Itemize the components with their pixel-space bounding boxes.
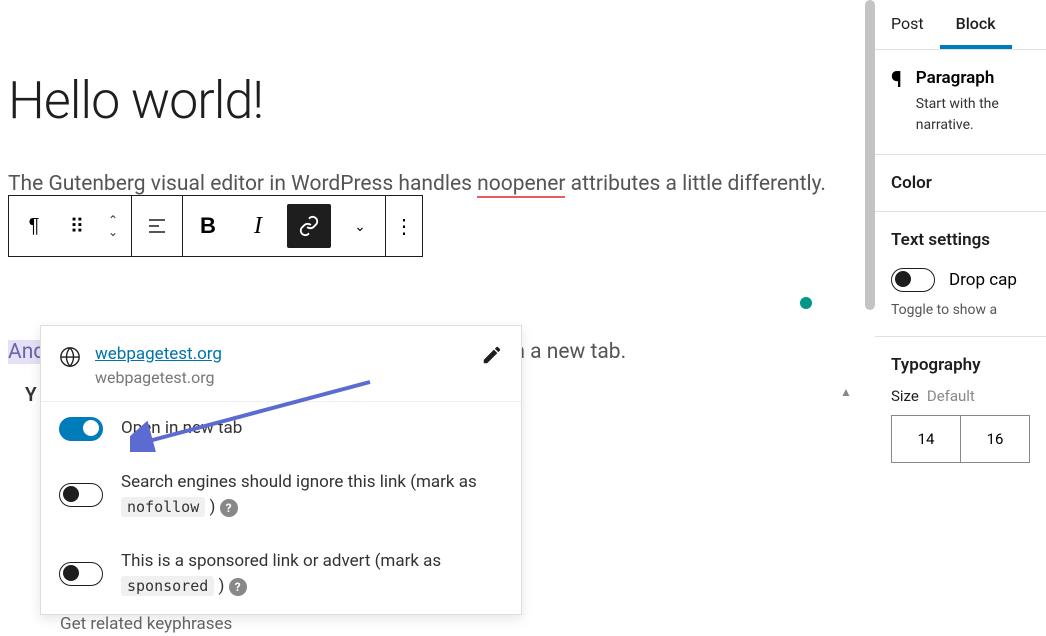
more-icon: ⋮ (394, 214, 414, 239)
tab-post[interactable]: Post (875, 0, 940, 49)
code-text: sponsored (121, 576, 214, 596)
link-header: webpagetest.org webpagetest.org (41, 326, 521, 402)
pilcrow-icon: ¶ (891, 68, 902, 93)
edit-icon[interactable] (481, 344, 503, 366)
block-type-button[interactable]: ¶ (9, 196, 59, 256)
scrollbar[interactable] (865, 0, 875, 310)
toggle-label: This is a sponsored link or advert (mark… (121, 549, 503, 600)
chevrons-icon: ⌃⌄ (108, 214, 118, 238)
yoast-indicator-dot (800, 297, 812, 309)
move-buttons[interactable]: ⌃⌄ (95, 196, 131, 256)
code-text: nofollow (121, 497, 205, 517)
drop-cap-toggle[interactable] (891, 268, 935, 292)
spellcheck-underline: noopener (477, 172, 565, 198)
sponsored-toggle[interactable] (59, 562, 103, 586)
size-14-button[interactable]: 14 (892, 416, 961, 462)
block-info-section: ¶ Paragraph Start with the narrative. (875, 50, 1046, 155)
drag-icon: ⠿ (70, 214, 85, 239)
settings-sidebar: Post Block ¶ Paragraph Start with the na… (875, 0, 1046, 636)
section-heading: Typography (891, 355, 1030, 375)
editor-canvas: Hello world! The Gutenberg visual editor… (0, 0, 875, 636)
sidebar-tabs: Post Block (875, 0, 1046, 50)
globe-icon (59, 346, 81, 368)
link-settings-popover: webpagetest.org webpagetest.org Open in … (40, 325, 522, 615)
drag-handle[interactable]: ⠿ (59, 196, 95, 256)
size-16-button[interactable]: 16 (961, 416, 1029, 462)
nofollow-toggle[interactable] (59, 483, 103, 507)
color-section[interactable]: Color (875, 155, 1046, 212)
drop-cap-description: Toggle to show a (891, 302, 1030, 318)
text-fragment: attributes a little differently. (565, 172, 826, 196)
collapse-icon[interactable]: ▲ (840, 385, 852, 399)
options-button[interactable]: ⋮ (386, 196, 422, 256)
size-presets: 14 16 (891, 415, 1030, 463)
chevron-down-icon: ⌄ (354, 218, 366, 235)
help-icon[interactable]: ? (229, 578, 247, 596)
section-heading: Text settings (891, 230, 1030, 250)
pilcrow-icon: ¶ (29, 215, 40, 238)
nofollow-row: Search engines should ignore this link (… (41, 456, 521, 535)
bold-button[interactable]: B (183, 196, 233, 256)
toggle-label: Search engines should ignore this link (… (121, 470, 503, 521)
link-url-sub: webpagetest.org (95, 368, 467, 387)
keyphrases-button[interactable]: Get related keyphrases (60, 614, 232, 634)
block-description: Start with the narrative. (916, 94, 1030, 136)
italic-button[interactable]: I (233, 196, 283, 256)
align-icon (147, 216, 167, 236)
link-icon (298, 215, 320, 237)
block-name: Paragraph (916, 68, 1030, 88)
align-button[interactable] (132, 196, 182, 256)
link-button[interactable] (287, 204, 331, 248)
open-new-tab-row: Open in new tab (41, 402, 521, 456)
text-settings-section: Text settings Drop cap Toggle to show a (875, 212, 1046, 337)
link-url[interactable]: webpagetest.org (95, 344, 222, 364)
more-formatting-button[interactable]: ⌄ (335, 196, 385, 256)
size-default-label: Default (927, 387, 975, 405)
typography-section: Typography Size Default 14 16 (875, 337, 1046, 481)
toggle-label: Drop cap (949, 270, 1017, 290)
page-title[interactable]: Hello world! (0, 0, 875, 131)
help-icon[interactable]: ? (220, 499, 238, 517)
sponsored-row: This is a sponsored link or advert (mark… (41, 535, 521, 614)
size-label: Size (891, 387, 919, 405)
block-toolbar: ¶ ⠿ ⌃⌄ B I ⌄ ⋮ (8, 195, 423, 257)
text-fragment: The Gutenberg visual editor in WordPress… (8, 172, 477, 196)
section-heading: Color (891, 173, 1030, 193)
toggle-label: Open in new tab (121, 416, 242, 442)
tab-block[interactable]: Block (940, 0, 1012, 49)
yoast-label: Y (25, 383, 37, 406)
open-new-tab-toggle[interactable] (59, 417, 103, 441)
